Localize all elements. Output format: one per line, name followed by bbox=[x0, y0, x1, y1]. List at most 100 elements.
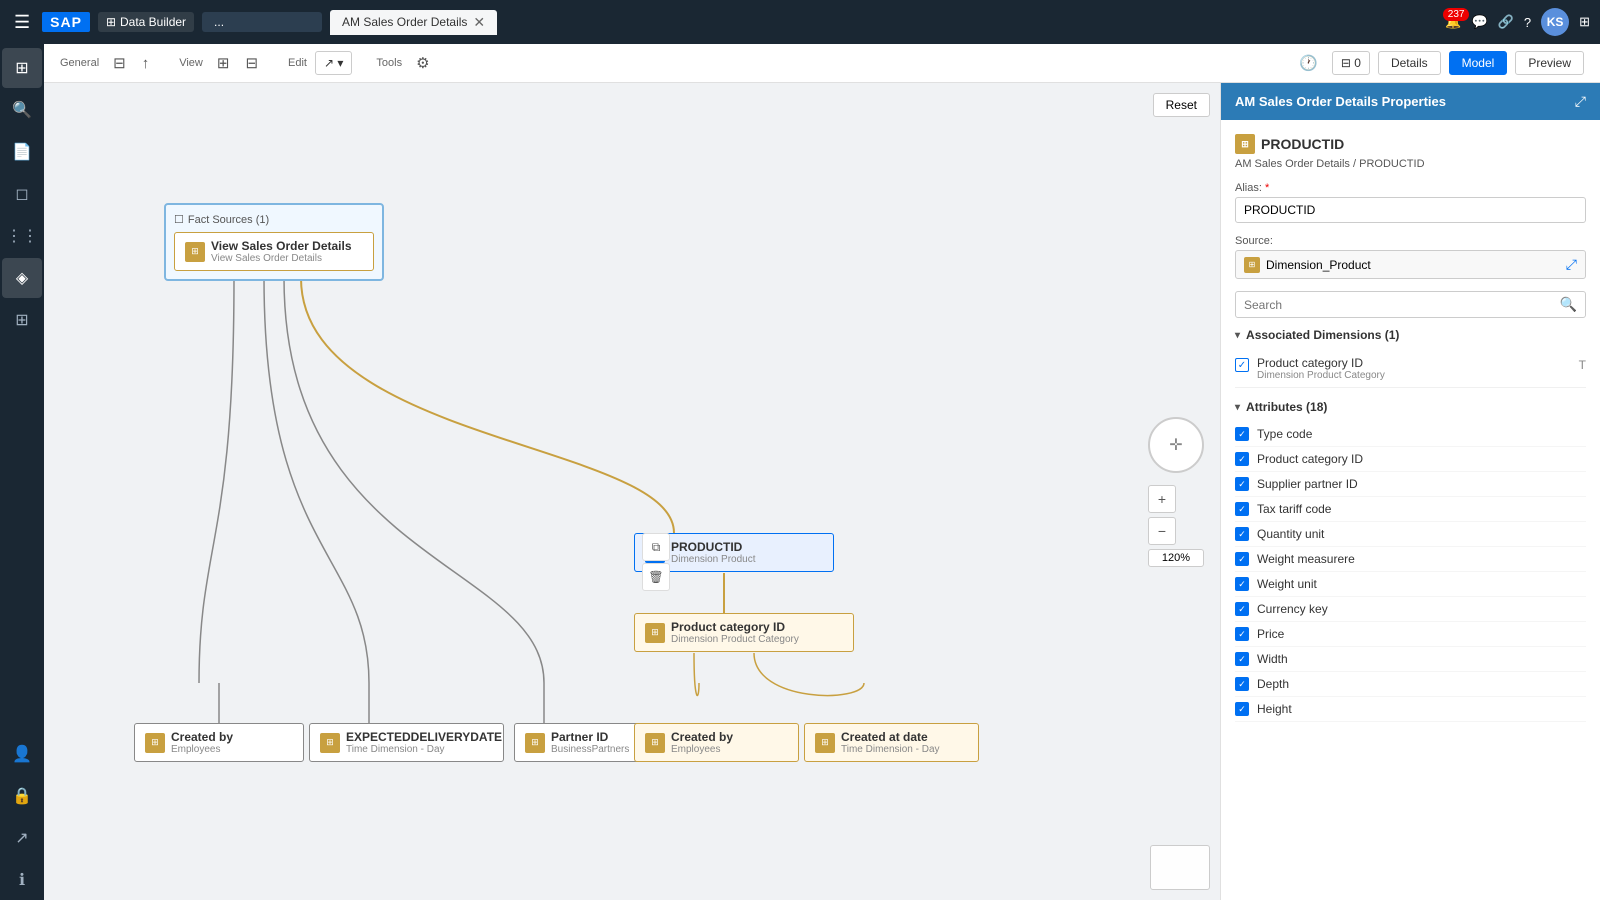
navigate-circle[interactable]: ✛ bbox=[1148, 417, 1204, 473]
attr-checkbox-2[interactable]: ✓ bbox=[1235, 477, 1249, 491]
sidenav-item-search[interactable]: 🔍 bbox=[2, 90, 42, 130]
main-content: General ⊟ ↑ View ⊞ ⊟ Edit ↗ ▾ Tools ⚙ 🕐 … bbox=[44, 44, 1600, 900]
source-link-icon[interactable]: ⤢ bbox=[1566, 256, 1577, 273]
sidenav-item-grid[interactable]: ⊞ bbox=[2, 300, 42, 340]
associated-dims-header[interactable]: ▾ Associated Dimensions (1) bbox=[1235, 328, 1586, 342]
attributes-header[interactable]: ▾ Attributes (18) bbox=[1235, 400, 1586, 414]
attr-item-0: ✓ Type code bbox=[1235, 422, 1586, 447]
inactive-tab[interactable]: ... bbox=[202, 12, 322, 32]
dim-node-1[interactable]: ⊞ EXPECTEDDELIVERYDATE Time Dimension - … bbox=[309, 723, 504, 762]
sidenav-item-share[interactable]: ↗ bbox=[2, 818, 42, 858]
tools-btn[interactable]: ⚙ bbox=[410, 50, 435, 76]
attr-checkbox-9[interactable]: ✓ bbox=[1235, 652, 1249, 666]
link-icon[interactable]: 🔗 bbox=[1498, 14, 1514, 30]
model-btn[interactable]: Model bbox=[1449, 51, 1508, 75]
dim-0-title: Created by bbox=[171, 730, 233, 744]
view-label: View bbox=[179, 57, 203, 69]
attr-checkbox-10[interactable]: ✓ bbox=[1235, 677, 1249, 691]
active-tab-label: AM Sales Order Details bbox=[342, 15, 467, 29]
product-category-node[interactable]: ⊞ Product category ID Dimension Product … bbox=[634, 613, 854, 652]
sidenav-item-models[interactable]: ◈ bbox=[2, 258, 42, 298]
fact-node-inner[interactable]: ⊞ View Sales Order Details View Sales Or… bbox=[174, 232, 374, 271]
zoom-in-btn[interactable]: + bbox=[1148, 485, 1176, 513]
sidenav: ⊞ 🔍 📄 ◻ ⋮⋮ ◈ ⊞ 👤 🔒 ↗ ℹ bbox=[0, 44, 44, 900]
view-list-btn[interactable]: ⊞ bbox=[211, 50, 236, 76]
upload-btn[interactable]: ↑ bbox=[136, 51, 156, 76]
attr-name-1: Product category ID bbox=[1257, 452, 1363, 466]
product-category-icon: ⊞ bbox=[645, 623, 665, 643]
panel-expand-btn[interactable]: ⤢ bbox=[1575, 93, 1586, 110]
details-btn[interactable]: Details bbox=[1378, 51, 1441, 75]
dim-node-3[interactable]: ⊞ Created by Employees bbox=[634, 723, 799, 762]
panel-section-title: ⊞ PRODUCTID bbox=[1235, 134, 1586, 154]
close-tab-icon[interactable]: ✕ bbox=[473, 14, 485, 31]
chat-icon[interactable]: 💬 bbox=[1471, 14, 1487, 30]
right-panel: AM Sales Order Details Properties ⤢ ⊞ PR… bbox=[1220, 83, 1600, 900]
layout-btn[interactable]: ⊟ bbox=[107, 50, 132, 76]
notification-badge: 237 bbox=[1443, 8, 1470, 21]
dim-1-sub: Time Dimension - Day bbox=[346, 744, 502, 755]
attr-name-8: Price bbox=[1257, 627, 1284, 641]
export-btn[interactable]: ↗ ▾ bbox=[315, 51, 352, 75]
sap-logo: SAP bbox=[42, 12, 90, 32]
dim-2-sub: BusinessPartners bbox=[551, 744, 629, 755]
zoom-out-btn[interactable]: − bbox=[1148, 517, 1176, 545]
view-grid-btn[interactable]: ⊟ bbox=[239, 50, 264, 76]
sidenav-item-security[interactable]: 🔒 bbox=[2, 776, 42, 816]
attr-checkbox-5[interactable]: ✓ bbox=[1235, 552, 1249, 566]
attr-checkbox-4[interactable]: ✓ bbox=[1235, 527, 1249, 541]
sidenav-item-info[interactable]: ℹ bbox=[2, 860, 42, 900]
source-label: Source: bbox=[1235, 235, 1586, 247]
dim-node-0[interactable]: ⊞ Created by Employees bbox=[134, 723, 304, 762]
attr-checkbox-7[interactable]: ✓ bbox=[1235, 602, 1249, 616]
counter-btn[interactable]: ⊟ 0 bbox=[1332, 51, 1370, 75]
canvas-area[interactable]: Reset ✛ + − 120% bbox=[44, 83, 1220, 900]
attr-item-5: ✓ Weight measurere bbox=[1235, 547, 1586, 572]
help-icon[interactable]: ? bbox=[1524, 15, 1531, 30]
dim-3-title: Created by bbox=[671, 730, 733, 744]
reset-button[interactable]: Reset bbox=[1153, 93, 1210, 117]
grid-icon[interactable]: ⊞ bbox=[1579, 14, 1590, 30]
menu-icon[interactable]: ☰ bbox=[10, 8, 34, 37]
node-copy-btn[interactable]: ⧉ bbox=[642, 533, 670, 561]
dim-2-icon: ⊞ bbox=[525, 733, 545, 753]
general-label: General bbox=[60, 57, 99, 69]
sidenav-item-home[interactable]: ⊞ bbox=[2, 48, 42, 88]
attr-checkbox-0[interactable]: ✓ bbox=[1235, 427, 1249, 441]
node-delete-btn[interactable]: 🗑 bbox=[642, 563, 670, 591]
sidenav-item-data[interactable]: ⋮⋮ bbox=[2, 216, 42, 256]
collapse-icon: ▾ bbox=[1235, 330, 1240, 341]
attr-checkbox-1[interactable]: ✓ bbox=[1235, 452, 1249, 466]
breadcrumb-link[interactable]: AM Sales Order Details bbox=[1235, 158, 1350, 170]
sidenav-item-documents[interactable]: 📄 bbox=[2, 132, 42, 172]
source-field: ⊞ Dimension_Product ⤢ bbox=[1235, 250, 1586, 279]
dim-4-title: Created at date bbox=[841, 730, 940, 744]
sidenav-item-profile[interactable]: 👤 bbox=[2, 734, 42, 774]
fact-node-sub: View Sales Order Details bbox=[211, 253, 352, 264]
toolbar-right: 🕐 ⊟ 0 Details Model Preview bbox=[1293, 50, 1584, 76]
clock-btn[interactable]: 🕐 bbox=[1293, 50, 1324, 76]
toolbar-general-group: General ⊟ ↑ bbox=[60, 50, 155, 76]
user-avatar[interactable]: KS bbox=[1541, 8, 1569, 36]
attr-checkbox-3[interactable]: ✓ bbox=[1235, 502, 1249, 516]
dim-item-name-0: Product category ID bbox=[1257, 356, 1571, 370]
attr-checkbox-6[interactable]: ✓ bbox=[1235, 577, 1249, 591]
alias-input[interactable] bbox=[1235, 197, 1586, 223]
sidenav-item-packages[interactable]: ◻ bbox=[2, 174, 42, 214]
node-actions: ⧉ 🗑 bbox=[642, 533, 670, 591]
breadcrumb: AM Sales Order Details / PRODUCTID bbox=[1235, 158, 1586, 170]
mini-nav-thumbnail bbox=[1150, 845, 1210, 890]
attr-item-9: ✓ Width bbox=[1235, 647, 1586, 672]
attr-checkbox-11[interactable]: ✓ bbox=[1235, 702, 1249, 716]
app-icon[interactable]: ⊞ Data Builder bbox=[98, 12, 194, 32]
attr-name-6: Weight unit bbox=[1257, 577, 1317, 591]
notification-icon[interactable]: 🔔 237 bbox=[1445, 14, 1461, 30]
search-row[interactable]: 🔍 bbox=[1235, 291, 1586, 318]
search-input[interactable] bbox=[1244, 298, 1560, 312]
attr-checkbox-8[interactable]: ✓ bbox=[1235, 627, 1249, 641]
active-tab[interactable]: AM Sales Order Details ✕ bbox=[330, 10, 497, 35]
dim-checkbox-0[interactable]: ✓ bbox=[1235, 358, 1249, 372]
dim-node-4[interactable]: ⊞ Created at date Time Dimension - Day bbox=[804, 723, 979, 762]
dim-item-action-0[interactable]: T bbox=[1579, 358, 1586, 372]
preview-btn[interactable]: Preview bbox=[1515, 51, 1584, 75]
